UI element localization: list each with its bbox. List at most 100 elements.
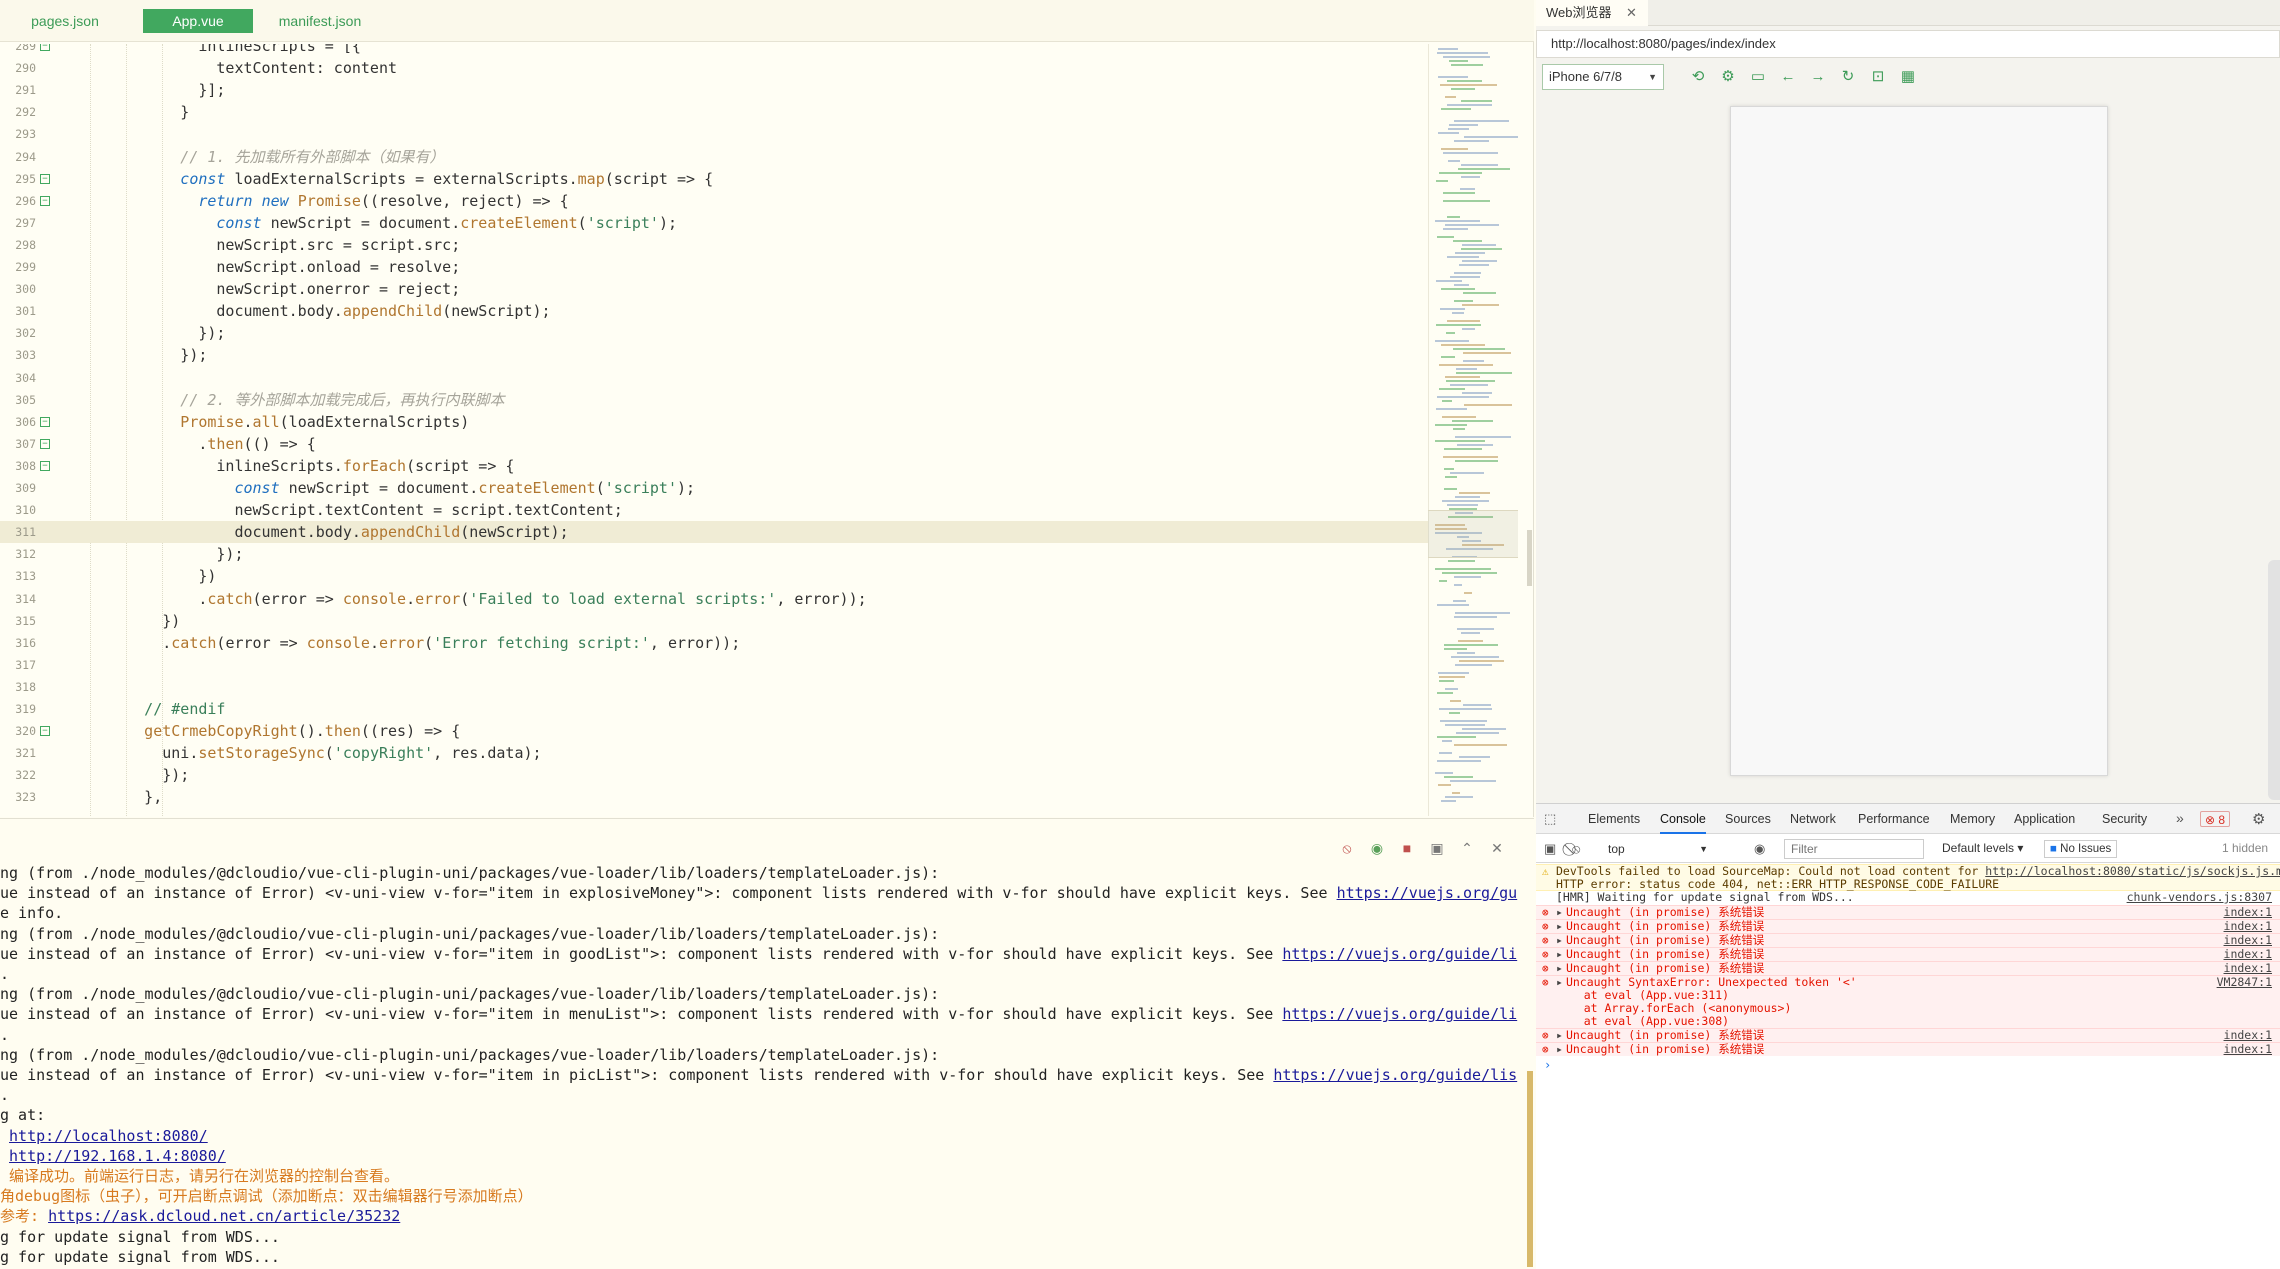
code-line[interactable]: 303}); — [0, 344, 1428, 366]
source-link[interactable]: index:1 — [2224, 934, 2272, 947]
code-line[interactable]: 310 newScript.textContent = script.textCo… — [0, 499, 1428, 521]
terminal-scrollbar[interactable] — [1527, 1071, 1533, 1267]
line-number[interactable]: 320 — [0, 720, 36, 742]
line-number[interactable]: 309 — [0, 477, 36, 499]
tab-sources[interactable]: Sources — [1725, 804, 1771, 834]
rotate-icon[interactable]: ⟲ — [1688, 67, 1708, 87]
line-number[interactable]: 317 — [0, 654, 36, 676]
code-line[interactable]: 290 textContent: content — [0, 57, 1428, 79]
gear-icon[interactable]: ⚙ — [1718, 67, 1738, 87]
code-line[interactable]: 309 const newScript = document.createElem… — [0, 477, 1428, 499]
code-line[interactable]: 305 // 2. 等外部脚本加载完成后，再执行内联脚本 — [0, 389, 1428, 411]
code-line[interactable]: 323}, — [0, 786, 1428, 808]
tab-elements[interactable]: Elements — [1588, 804, 1640, 834]
console-message[interactable]: ⊗ ▸ Uncaught (in promise) 系统错误 index:1 — [1536, 905, 2280, 919]
fold-toggle-icon[interactable]: − — [40, 195, 50, 206]
terminal-link[interactable]: https://vuejs.org/gu — [1337, 884, 1518, 902]
source-link[interactable]: VM2847:1 — [2217, 976, 2272, 989]
terminal-link[interactable]: http://localhost:8080/ — [9, 1127, 208, 1145]
stack-frame[interactable]: at Array.forEach (<anonymous>) — [1556, 1001, 1792, 1015]
line-number[interactable]: 316 — [0, 632, 36, 654]
line-number[interactable]: 307 — [0, 433, 36, 455]
refresh-icon[interactable]: ↻ — [1838, 67, 1858, 87]
tab-performance[interactable]: Performance — [1858, 804, 1930, 834]
code-line[interactable]: 297 const newScript = document.createElem… — [0, 212, 1428, 234]
code-line[interactable]: 301 document.body.appendChild(newScript); — [0, 300, 1428, 322]
tab-security[interactable]: Security — [2102, 804, 2147, 834]
line-number[interactable]: 322 — [0, 764, 36, 786]
code-line[interactable]: 320− getCrmebCopyRight().then((res) => { — [0, 720, 1428, 742]
fold-toggle-icon[interactable]: − — [40, 726, 50, 737]
close-icon[interactable]: ✕ — [1626, 0, 1637, 26]
chevron-up-icon[interactable]: ⌃ — [1458, 839, 1476, 857]
console-message[interactable]: ⊗ ▸ Uncaught (in promise) 系统错误 index:1 — [1536, 919, 2280, 933]
stop-icon[interactable]: ■ — [1398, 839, 1416, 857]
code-line[interactable]: 307− .then(() => { — [0, 433, 1428, 455]
browser-tab[interactable]: Web浏览器 ✕ — [1536, 0, 1648, 26]
line-number[interactable]: 304 — [0, 367, 36, 389]
line-number[interactable]: 298 — [0, 234, 36, 256]
console-message[interactable]: [HMR] Waiting for update signal from WDS… — [1536, 891, 2280, 905]
expand-icon[interactable]: ▸ — [1556, 975, 1563, 989]
tab-pages-json[interactable]: pages.json — [12, 9, 118, 33]
fold-toggle-icon[interactable]: − — [40, 438, 50, 449]
console-message[interactable]: ⊗ ▸ Uncaught SyntaxError: Unexpected token… — [1536, 975, 2280, 1028]
code-line[interactable]: 292} — [0, 101, 1428, 123]
terminal-link[interactable]: http://192.168.1.4:8080/ — [9, 1147, 226, 1165]
source-link[interactable]: index:1 — [2224, 962, 2272, 975]
line-number[interactable]: 303 — [0, 344, 36, 366]
browser-side-handle[interactable] — [2268, 560, 2280, 800]
source-link[interactable]: chunk-vendors.js:8307 — [2127, 891, 2272, 904]
expand-icon[interactable]: ▸ — [1556, 947, 1563, 961]
line-number[interactable]: 314 — [0, 588, 36, 610]
tab-app-vue[interactable]: App.vue — [143, 9, 253, 33]
source-link[interactable]: index:1 — [2224, 1043, 2272, 1056]
lock-icon[interactable]: ⊡ — [1868, 67, 1888, 87]
fold-toggle-icon[interactable]: − — [40, 173, 50, 184]
source-link[interactable]: index:1 — [2224, 906, 2272, 919]
line-number[interactable]: 312 — [0, 543, 36, 565]
qrcode-icon[interactable]: ▦ — [1898, 67, 1918, 87]
issues-button[interactable]: ■ No Issues — [2044, 840, 2118, 858]
line-number[interactable]: 318 — [0, 676, 36, 698]
tab-manifest-json[interactable]: manifest.json — [264, 9, 376, 33]
console-message[interactable]: ⊗ ▸ Uncaught (in promise) 系统错误 index:1 — [1536, 961, 2280, 975]
console-link[interactable]: http://localhost:8080/static/js/sockjs.j… — [1985, 864, 2280, 878]
terminal-link[interactable]: https://vuejs.org/guide/lis — [1273, 1066, 1517, 1084]
log-levels-select[interactable]: Default levels ▾ — [1942, 841, 2023, 855]
console-messages[interactable]: ⚠ DevTools failed to load SourceMap: Coul… — [1536, 864, 2280, 1269]
clear-icon[interactable]: ⦸ — [1338, 839, 1356, 857]
code-line[interactable]: 289− inlineScripts = [{ — [0, 44, 1428, 57]
url-input[interactable]: http://localhost:8080/pages/index/index — [1536, 30, 2280, 58]
phone-viewport[interactable] — [1730, 106, 2108, 776]
expand-icon[interactable]: ▸ — [1556, 1042, 1563, 1056]
code-line[interactable]: 322}); — [0, 764, 1428, 786]
console-message[interactable]: ⊗ ▸ Uncaught (in promise) 系统错误 index:1 — [1536, 1042, 2280, 1056]
code-line[interactable]: 319 // #endif — [0, 698, 1428, 720]
line-number[interactable]: 295 — [0, 168, 36, 190]
console-message[interactable]: ⊗ ▸ Uncaught (in promise) 系统错误 index:1 — [1536, 933, 2280, 947]
device-select[interactable]: iPhone 6/7/8 ▼ — [1542, 64, 1664, 90]
code-line[interactable]: 308− inlineScripts.forEach(script => { — [0, 455, 1428, 477]
line-number[interactable]: 308 — [0, 455, 36, 477]
editor-scrollbar[interactable] — [1527, 530, 1532, 586]
terminal-link[interactable]: https://ask.dcloud.net.cn/article/35232 — [48, 1207, 400, 1225]
context-select[interactable]: top ▼ — [1602, 840, 1712, 858]
stack-frame[interactable]: at eval (App.vue:311) — [1556, 988, 1729, 1002]
code-line[interactable]: 318 — [0, 676, 1428, 698]
line-number[interactable]: 289 — [0, 44, 36, 57]
eye-icon[interactable]: ◉ — [1754, 841, 1765, 857]
line-number[interactable]: 315 — [0, 610, 36, 632]
code-line[interactable]: 293 — [0, 123, 1428, 145]
inspect-element-icon[interactable]: ⬚ — [1544, 811, 1560, 827]
expand-icon[interactable]: ▸ — [1556, 919, 1563, 933]
line-number[interactable]: 311 — [0, 521, 36, 543]
fold-toggle-icon[interactable]: − — [40, 44, 50, 51]
code-line[interactable]: 311 document.body.appendChild(newScript); — [0, 521, 1428, 544]
source-link[interactable]: index:1 — [2224, 1029, 2272, 1042]
source-link[interactable]: index:1 — [2224, 948, 2272, 961]
expand-icon[interactable]: ▸ — [1556, 905, 1563, 919]
back-arrow-icon[interactable]: ← — [1778, 67, 1798, 87]
screenshot-icon[interactable]: ▭ — [1748, 67, 1768, 87]
line-number[interactable]: 321 — [0, 742, 36, 764]
